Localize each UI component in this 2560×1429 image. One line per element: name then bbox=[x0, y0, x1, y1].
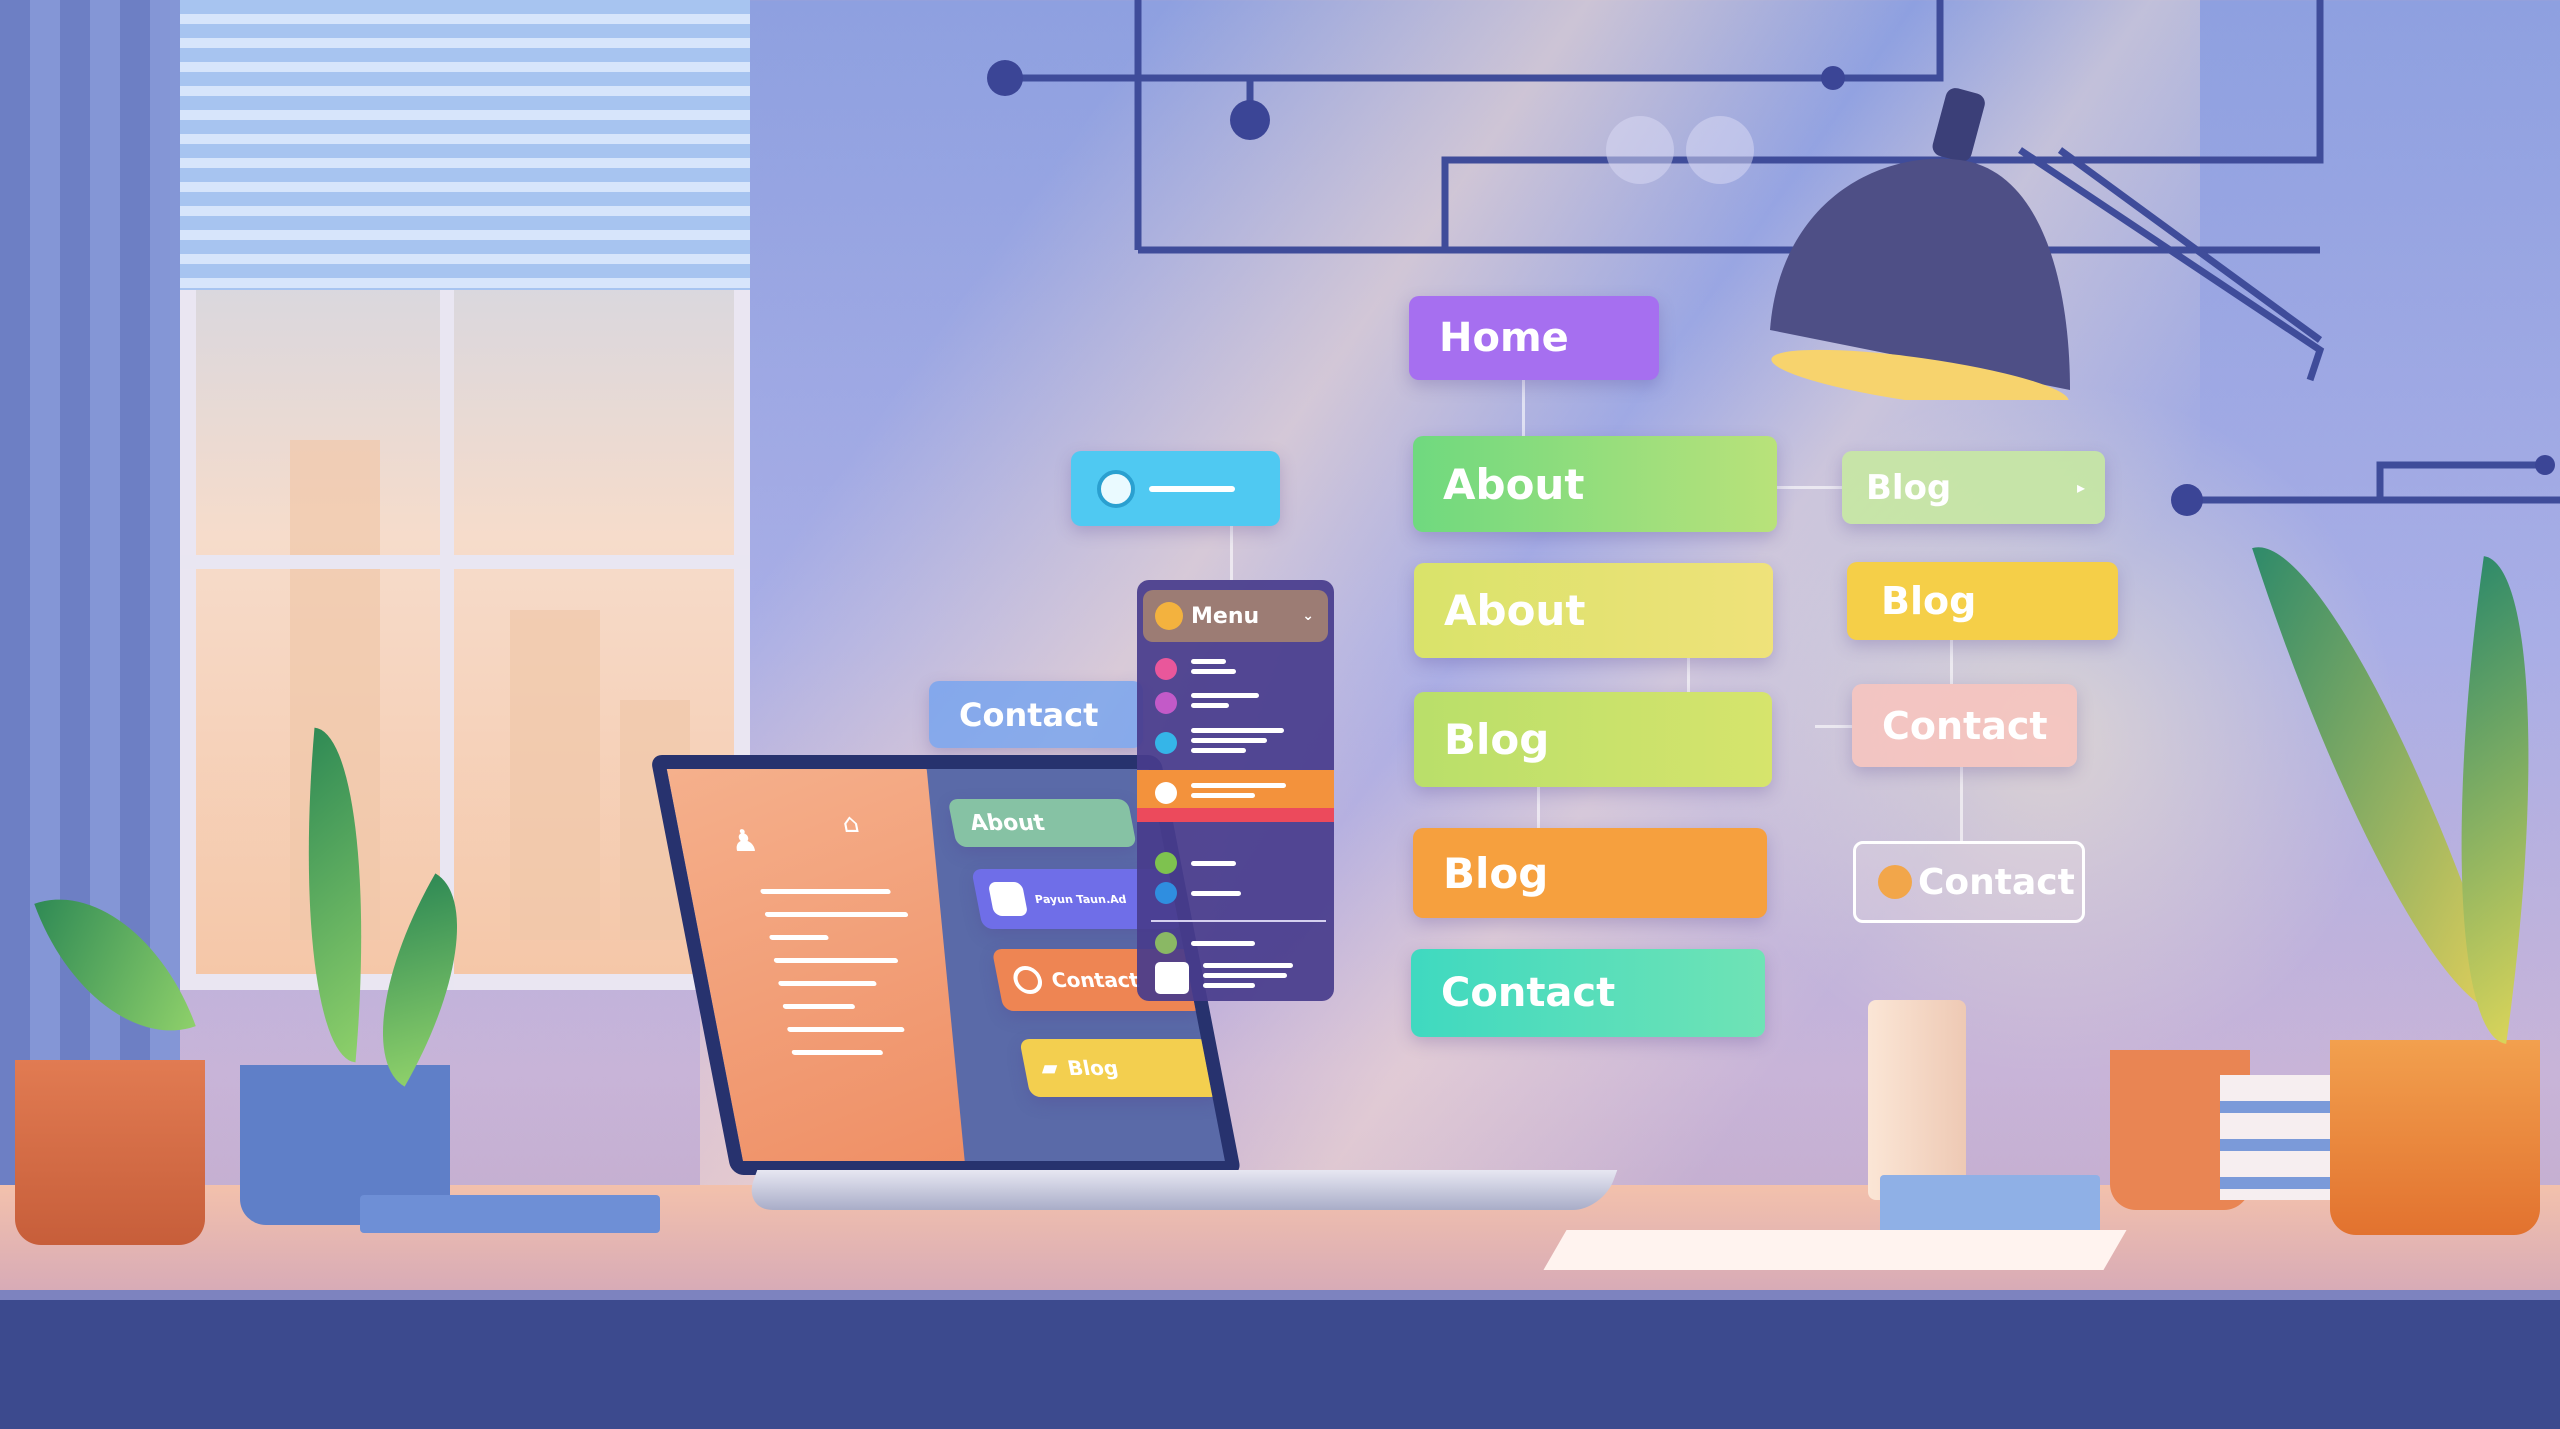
home-icon: ⌂ bbox=[839, 809, 862, 839]
sidebar-list bbox=[760, 889, 923, 1060]
leaf-icon bbox=[1155, 932, 1177, 954]
node-blog[interactable]: Blog bbox=[1414, 692, 1772, 787]
node-label: Contact bbox=[1882, 703, 2048, 748]
plant-pot bbox=[2330, 1040, 2540, 1235]
candle bbox=[1868, 1000, 1966, 1200]
book-icon: ▰ bbox=[1038, 1055, 1061, 1081]
user-icon: ♟ bbox=[727, 824, 762, 859]
node-home[interactable]: Home bbox=[1409, 296, 1659, 380]
screen-about[interactable]: About bbox=[947, 799, 1137, 847]
node-contact[interactable]: Contact bbox=[1411, 949, 1765, 1037]
text-placeholder bbox=[1149, 485, 1235, 492]
node-label: Blog bbox=[1866, 467, 1952, 508]
connector-line bbox=[1687, 658, 1690, 692]
connector-line bbox=[1537, 787, 1540, 828]
divider bbox=[1151, 920, 1326, 922]
menu-item[interactable] bbox=[1155, 932, 1255, 954]
plant-pot bbox=[15, 1060, 205, 1245]
menu-item[interactable] bbox=[1155, 882, 1241, 904]
node-label: About bbox=[1443, 459, 1585, 509]
contact-pill[interactable]: Contact bbox=[929, 681, 1143, 748]
node-about-2[interactable]: About bbox=[1414, 563, 1773, 658]
book bbox=[360, 1195, 660, 1233]
avatar-icon bbox=[1097, 469, 1135, 508]
letter-a-icon bbox=[1155, 882, 1177, 904]
arrow-right-icon: ▸ bbox=[2076, 478, 2085, 497]
node-blog-right[interactable]: Blog ▸ bbox=[1842, 451, 2105, 524]
node-label: Contact bbox=[959, 695, 1099, 734]
screen-card-text: Payun Taun.Ad bbox=[1033, 892, 1128, 906]
profile-pill[interactable] bbox=[1071, 451, 1280, 526]
screen-blog[interactable]: ▰ Blog bbox=[1019, 1039, 1221, 1097]
node-label: About bbox=[1444, 586, 1586, 635]
menu-item[interactable] bbox=[1155, 962, 1293, 994]
window-blinds bbox=[180, 0, 750, 290]
screen-blog-label: Blog bbox=[1065, 1056, 1121, 1080]
city-building bbox=[510, 610, 600, 940]
chat-icon bbox=[1011, 966, 1045, 994]
node-blog-right-2[interactable]: Blog bbox=[1847, 562, 2118, 640]
user-icon bbox=[1878, 865, 1912, 899]
screen-about-label: About bbox=[967, 810, 1047, 836]
chevron-down-icon: ⌄ bbox=[1302, 608, 1314, 624]
node-label: Blog bbox=[1444, 715, 1550, 764]
node-contact-right[interactable]: Contact bbox=[1852, 684, 2077, 767]
home-icon bbox=[1155, 782, 1177, 804]
laptop-base bbox=[742, 1170, 1618, 1210]
node-label: Contact bbox=[1918, 861, 2075, 903]
menu-item[interactable] bbox=[1155, 658, 1236, 680]
twitter-icon bbox=[1155, 732, 1177, 754]
connector-line bbox=[1815, 725, 1852, 728]
screen-contact-label: Contact bbox=[1049, 968, 1142, 992]
avatar-icon bbox=[1155, 602, 1183, 630]
desk-lamp-icon bbox=[1770, 88, 2070, 400]
node-contact-outline[interactable]: Contact bbox=[1853, 841, 2085, 923]
menu-item[interactable] bbox=[1155, 692, 1259, 714]
avatar-icon bbox=[1155, 658, 1177, 680]
node-label: Contact bbox=[1441, 970, 1616, 1016]
node-label: Blog bbox=[1881, 579, 1977, 623]
connector-line bbox=[1777, 486, 1842, 489]
connector-line bbox=[1950, 640, 1953, 684]
menu-header[interactable]: Menu ⌄ bbox=[1143, 590, 1328, 642]
connector-line bbox=[1960, 767, 1963, 841]
user-card-icon bbox=[1155, 962, 1189, 994]
node-about[interactable]: About bbox=[1413, 436, 1777, 532]
node-label: Blog bbox=[1443, 848, 1549, 898]
menu-panel: Menu ⌄ bbox=[1137, 580, 1334, 1001]
book-stack bbox=[1880, 1175, 2100, 1235]
connector-line bbox=[1522, 380, 1525, 436]
avatar-icon bbox=[1155, 692, 1177, 714]
node-blog-2[interactable]: Blog bbox=[1413, 828, 1767, 918]
chat-icon bbox=[1155, 852, 1177, 874]
connector-line bbox=[1230, 526, 1233, 580]
node-label: Home bbox=[1439, 315, 1569, 361]
menu-title: Menu bbox=[1191, 603, 1260, 629]
menu-item[interactable] bbox=[1155, 728, 1284, 758]
window-frame bbox=[180, 555, 750, 569]
bulb-icon bbox=[987, 882, 1029, 916]
paper-sheet bbox=[1543, 1230, 2127, 1270]
menu-item[interactable] bbox=[1155, 852, 1236, 874]
menu-item-active[interactable] bbox=[1137, 770, 1334, 822]
desk-front bbox=[0, 1300, 2560, 1429]
